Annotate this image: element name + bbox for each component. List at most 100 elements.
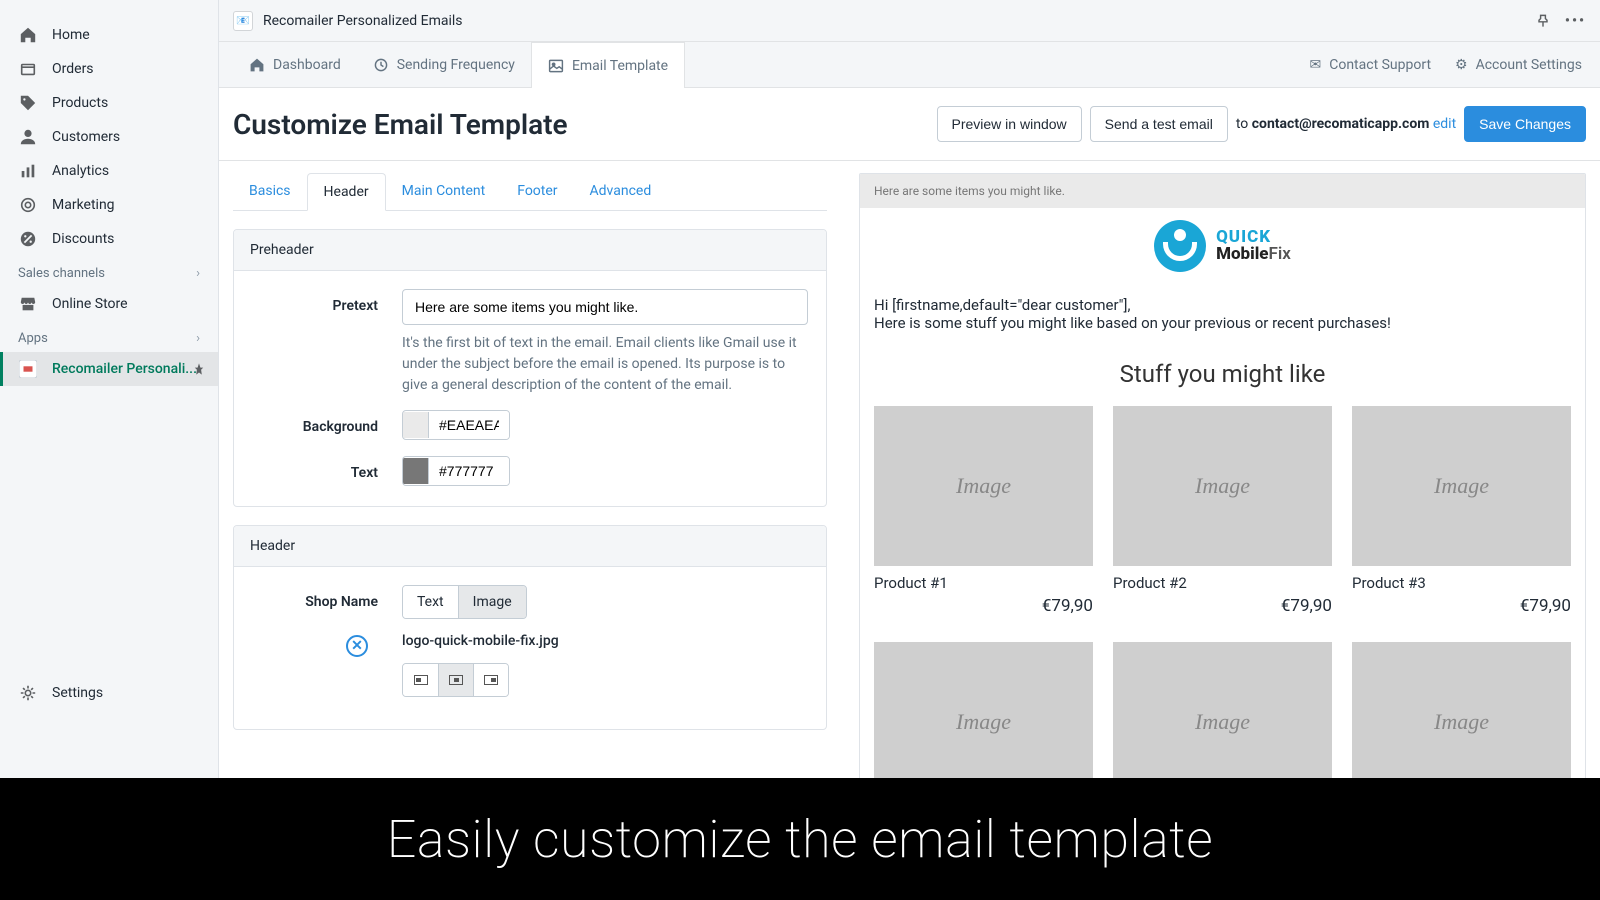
nav-label: Discounts [52, 231, 114, 247]
nav-analytics[interactable]: Analytics [0, 154, 218, 188]
section-label: Apps [18, 331, 48, 346]
product-card: Image Product #2 €79,90 [1113, 406, 1332, 616]
subtab-header[interactable]: Header [307, 173, 386, 211]
align-right-button[interactable] [473, 664, 508, 696]
nav-online-store[interactable]: Online Store [0, 287, 218, 321]
bg-color-input[interactable] [402, 410, 510, 440]
nav-label: Online Store [52, 296, 128, 312]
clock-icon [373, 57, 389, 73]
text-hex-input[interactable] [429, 457, 509, 485]
pretext-label: Pretext [252, 289, 402, 396]
subtab-main[interactable]: Main Content [386, 173, 502, 210]
product-image-placeholder: Image [874, 406, 1093, 566]
align-right-icon [484, 675, 498, 685]
bg-hex-input[interactable] [429, 411, 509, 439]
top-tabs: Dashboard Sending Frequency Email Templa… [219, 42, 1600, 88]
preview-pretext: Here are some items you might like. [860, 174, 1585, 208]
apps-section[interactable]: Apps › [0, 321, 218, 352]
customers-icon [18, 127, 38, 147]
gear-icon: ⚙ [1455, 57, 1468, 73]
marketing-icon [18, 195, 38, 215]
section-label: Sales channels [18, 266, 105, 281]
nav-label: Orders [52, 61, 94, 77]
sidebar: Home Orders Products Customers Analytics… [0, 0, 219, 900]
shopname-label: Shop Name [252, 585, 402, 619]
orders-icon [18, 59, 38, 79]
product-image-placeholder: Image [1352, 406, 1571, 566]
link-label: Contact Support [1329, 57, 1431, 73]
product-price: €79,90 [1113, 596, 1332, 616]
color-swatch[interactable] [403, 458, 429, 484]
nav-label: Recomailer Personali... [52, 361, 197, 377]
nav-app-recomailer[interactable]: Recomailer Personali... [0, 352, 218, 386]
product-image-placeholder: Image [1113, 406, 1332, 566]
gear-icon [18, 683, 38, 703]
pin-icon[interactable] [192, 362, 206, 376]
pin-icon[interactable] [1535, 13, 1551, 29]
sales-channels-section[interactable]: Sales channels › [0, 256, 218, 287]
tab-template[interactable]: Email Template [531, 42, 685, 88]
page-title: Customize Email Template [233, 108, 568, 141]
logo-text-2b: Fix [1269, 244, 1291, 264]
edit-email-link[interactable]: edit [1433, 116, 1456, 132]
image-icon [548, 58, 564, 74]
send-to-text: to contact@recomaticapp.com edit [1236, 116, 1456, 132]
contact-support-link[interactable]: ✉ Contact Support [1309, 57, 1431, 73]
remove-logo-button[interactable]: ✕ [346, 635, 368, 657]
app-icon [18, 359, 38, 379]
logo-align-group [402, 663, 509, 697]
nav-orders[interactable]: Orders [0, 52, 218, 86]
nav-products[interactable]: Products [0, 86, 218, 120]
nav-label: Analytics [52, 163, 109, 179]
color-swatch[interactable] [403, 412, 429, 438]
nav-customers[interactable]: Customers [0, 120, 218, 154]
align-center-button[interactable] [438, 664, 473, 696]
seg-text[interactable]: Text [403, 586, 458, 618]
tab-label: Dashboard [273, 57, 341, 73]
preview-logo: QUICK MobileFix [860, 208, 1585, 288]
text-color-input[interactable] [402, 456, 510, 486]
link-label: Account Settings [1476, 57, 1582, 73]
nav-marketing[interactable]: Marketing [0, 188, 218, 222]
nav-settings[interactable]: Settings [0, 676, 218, 710]
align-left-button[interactable] [403, 664, 438, 696]
preview-button[interactable]: Preview in window [937, 106, 1082, 142]
send-test-button[interactable]: Send a test email [1090, 106, 1228, 142]
home-icon [18, 25, 38, 45]
pretext-input[interactable] [402, 289, 808, 325]
shopname-type-toggle: Text Image [402, 585, 527, 619]
product-name: Product #2 [1113, 574, 1332, 592]
account-settings-link[interactable]: ⚙ Account Settings [1455, 57, 1582, 73]
preheader-panel: Preheader Pretext It's the first bit of … [233, 229, 827, 507]
product-price: €79,90 [874, 596, 1093, 616]
panel-title: Preheader [234, 230, 826, 271]
product-name: Product #1 [874, 574, 1093, 592]
preview-column: Here are some items you might like. QUIC… [859, 173, 1586, 873]
discounts-icon [18, 229, 38, 249]
page-head: Customize Email Template Preview in wind… [219, 106, 1600, 161]
product-name: Product #3 [1352, 574, 1571, 592]
nav-discounts[interactable]: Discounts [0, 222, 218, 256]
subtab-advanced[interactable]: Advanced [574, 173, 668, 210]
pretext-help: It's the first bit of text in the email.… [402, 333, 808, 396]
app-header: 📧 Recomailer Personalized Emails ••• [219, 0, 1600, 42]
promo-banner: Easily customize the email template [0, 778, 1600, 900]
preview-greeting: Hi [firstname,default="dear customer"], [874, 296, 1571, 314]
text-label: Text [252, 456, 402, 488]
more-icon[interactable]: ••• [1565, 13, 1586, 29]
tab-dashboard[interactable]: Dashboard [233, 42, 357, 87]
main: 📧 Recomailer Personalized Emails ••• Das… [219, 0, 1600, 900]
save-button[interactable]: Save Changes [1464, 106, 1586, 142]
align-left-icon [414, 675, 428, 685]
tab-frequency[interactable]: Sending Frequency [357, 42, 531, 87]
chevron-right-icon: › [196, 331, 200, 346]
subtab-basics[interactable]: Basics [233, 173, 307, 210]
product-card: Image Product #3 €79,90 [1352, 406, 1571, 616]
chevron-right-icon: › [196, 266, 200, 281]
nav-home[interactable]: Home [0, 18, 218, 52]
seg-image[interactable]: Image [458, 586, 526, 618]
subtab-footer[interactable]: Footer [501, 173, 573, 210]
nav-label: Settings [52, 685, 103, 701]
home-icon [249, 57, 265, 73]
align-center-icon [449, 675, 463, 685]
